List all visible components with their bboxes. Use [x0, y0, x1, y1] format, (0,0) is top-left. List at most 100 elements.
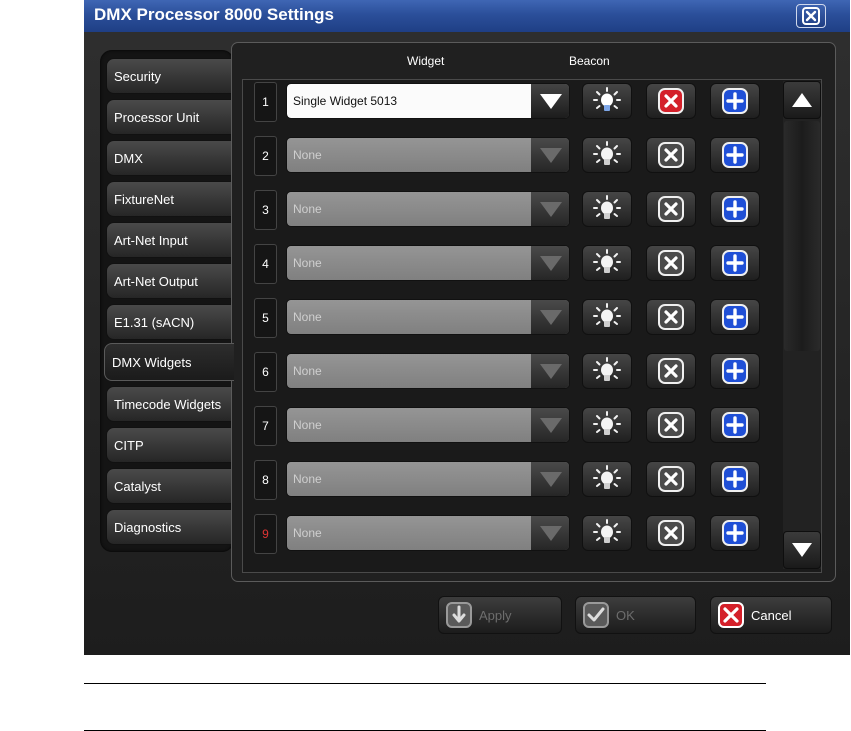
triangle-down-icon — [540, 364, 562, 379]
widget-dropdown-value: None — [287, 300, 531, 334]
lightbulb-icon — [593, 249, 621, 273]
beacon-button[interactable] — [582, 353, 632, 389]
remove-widget-button[interactable] — [646, 353, 696, 389]
dropdown-arrow[interactable] — [531, 300, 569, 334]
add-widget-button[interactable] — [710, 191, 760, 227]
x-icon — [658, 358, 684, 384]
remove-widget-button[interactable] — [646, 137, 696, 173]
cancel-button[interactable]: Cancel — [710, 596, 832, 634]
plus-icon — [722, 196, 748, 222]
add-widget-button[interactable] — [710, 245, 760, 281]
beacon-button[interactable] — [582, 137, 632, 173]
checkmark-icon — [583, 602, 609, 628]
triangle-down-icon — [792, 543, 812, 557]
dropdown-arrow[interactable] — [531, 516, 569, 550]
widget-dropdown[interactable]: None — [286, 299, 570, 335]
remove-widget-button[interactable] — [646, 515, 696, 551]
lightbulb-icon — [593, 357, 621, 381]
beacon-button[interactable] — [582, 191, 632, 227]
apply-button[interactable]: Apply — [438, 596, 562, 634]
widget-dropdown[interactable]: None — [286, 353, 570, 389]
scroll-up-button[interactable] — [783, 81, 821, 119]
plus-icon — [722, 520, 748, 546]
divider-line — [84, 683, 766, 684]
dropdown-arrow[interactable] — [531, 84, 569, 118]
remove-widget-button[interactable] — [646, 83, 696, 119]
tab-art-net-input[interactable]: Art-Net Input — [106, 222, 236, 258]
remove-widget-button[interactable] — [646, 461, 696, 497]
dropdown-arrow[interactable] — [531, 138, 569, 172]
ok-button[interactable]: OK — [575, 596, 696, 634]
plus-icon — [722, 88, 748, 114]
x-icon — [658, 412, 684, 438]
widget-dropdown[interactable]: Single Widget 5013 — [286, 83, 570, 119]
remove-widget-button[interactable] — [646, 245, 696, 281]
remove-widget-button[interactable] — [646, 299, 696, 335]
widget-row: 2 None — [254, 136, 851, 176]
tab-security[interactable]: Security — [106, 58, 236, 94]
remove-widget-button[interactable] — [646, 191, 696, 227]
triangle-up-icon — [792, 93, 812, 107]
ok-label: OK — [616, 607, 635, 623]
plus-icon — [722, 142, 748, 168]
add-widget-button[interactable] — [710, 137, 760, 173]
plus-icon — [722, 358, 748, 384]
add-widget-button[interactable] — [710, 461, 760, 497]
tab-catalyst[interactable]: Catalyst — [106, 468, 236, 504]
widget-dropdown[interactable]: None — [286, 191, 570, 227]
dropdown-arrow[interactable] — [531, 408, 569, 442]
dropdown-arrow[interactable] — [531, 192, 569, 226]
tab-dmx-widgets[interactable]: DMX Widgets — [104, 343, 234, 381]
row-number: 7 — [254, 406, 277, 446]
widget-dropdown[interactable]: None — [286, 137, 570, 173]
plus-icon — [722, 412, 748, 438]
lightbulb-icon — [593, 519, 621, 543]
triangle-down-icon — [540, 256, 562, 271]
beacon-button[interactable] — [582, 83, 632, 119]
widget-dropdown-value: None — [287, 138, 531, 172]
scroll-down-button[interactable] — [783, 531, 821, 569]
tab-citp[interactable]: CITP — [106, 427, 236, 463]
dropdown-arrow[interactable] — [531, 246, 569, 280]
widget-dropdown[interactable]: None — [286, 245, 570, 281]
add-widget-button[interactable] — [710, 515, 760, 551]
tab-e131-sacn[interactable]: E1.31 (sACN) — [106, 304, 236, 340]
dropdown-arrow[interactable] — [531, 462, 569, 496]
add-widget-button[interactable] — [710, 83, 760, 119]
widget-dropdown[interactable]: None — [286, 461, 570, 497]
add-widget-button[interactable] — [710, 299, 760, 335]
close-icon — [802, 7, 820, 25]
triangle-down-icon — [540, 472, 562, 487]
title-bar: DMX Processor 8000 Settings — [84, 0, 850, 32]
plus-icon — [722, 304, 748, 330]
widget-dropdown[interactable]: None — [286, 407, 570, 443]
beacon-button[interactable] — [582, 515, 632, 551]
beacon-button[interactable] — [582, 407, 632, 443]
window-title: DMX Processor 8000 Settings — [94, 5, 334, 24]
tab-processor-unit[interactable]: Processor Unit — [106, 99, 236, 135]
close-button[interactable] — [796, 4, 826, 28]
tab-dmx[interactable]: DMX — [106, 140, 236, 176]
add-widget-button[interactable] — [710, 353, 760, 389]
beacon-button[interactable] — [582, 461, 632, 497]
lightbulb-icon — [593, 87, 621, 111]
remove-widget-button[interactable] — [646, 407, 696, 443]
tab-diagnostics[interactable]: Diagnostics — [106, 509, 236, 545]
add-widget-button[interactable] — [710, 407, 760, 443]
row-number: 6 — [254, 352, 277, 392]
tab-fixturenet[interactable]: FixtureNet — [106, 181, 236, 217]
beacon-button[interactable] — [582, 245, 632, 281]
widget-dropdown-value: None — [287, 516, 531, 550]
tab-art-net-output[interactable]: Art-Net Output — [106, 263, 236, 299]
triangle-down-icon — [540, 418, 562, 433]
cancel-x-icon — [718, 602, 744, 628]
lightbulb-icon — [593, 141, 621, 165]
dropdown-arrow[interactable] — [531, 354, 569, 388]
scroll-thumb[interactable] — [784, 121, 820, 351]
tab-timecode-widgets[interactable]: Timecode Widgets — [106, 386, 236, 422]
widget-dropdown[interactable]: None — [286, 515, 570, 551]
scrollbar[interactable] — [783, 81, 821, 569]
row-number: 4 — [254, 244, 277, 284]
beacon-button[interactable] — [582, 299, 632, 335]
x-icon — [658, 88, 684, 114]
